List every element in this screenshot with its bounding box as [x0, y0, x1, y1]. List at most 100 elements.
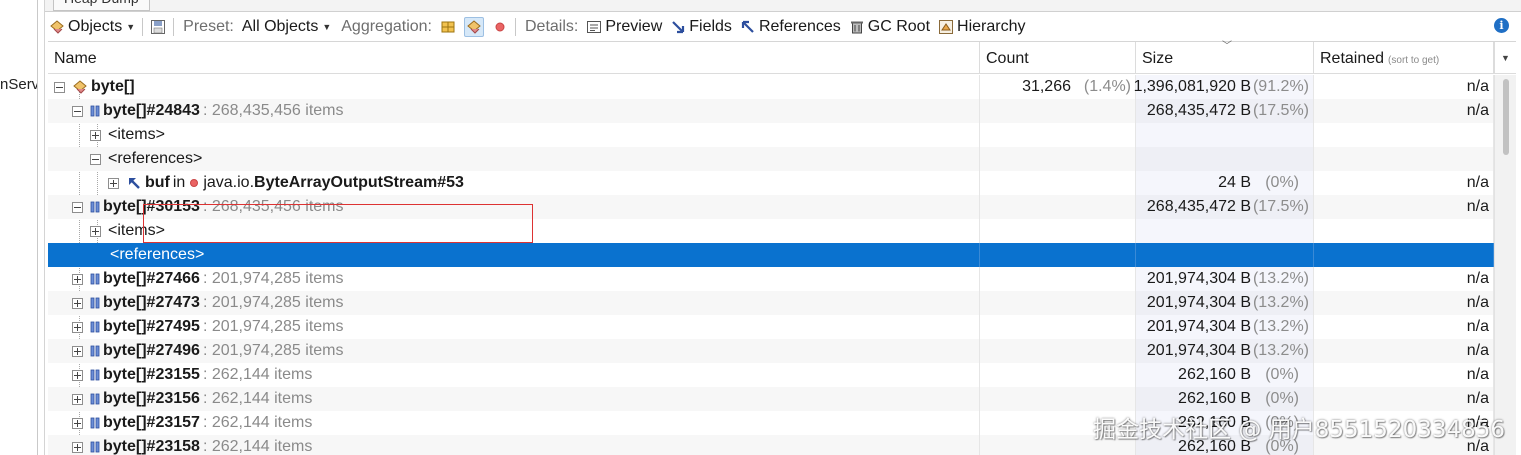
- collapse-toggle[interactable]: [54, 81, 65, 93]
- count-cell: [980, 195, 1136, 219]
- table-row-instance[interactable]: byte[]#23156: 262,144 items 262,160 B (0%)…: [48, 387, 1494, 411]
- left-panel-strip: nServ: [0, 0, 38, 455]
- objects-icon: [49, 19, 65, 35]
- table-row-instance[interactable]: byte[]#23155: 262,144 items 262,160 B (0%)…: [48, 363, 1494, 387]
- save-button[interactable]: [146, 15, 170, 39]
- expand-toggle[interactable]: [90, 129, 101, 141]
- table-row-references-selected[interactable]: <references>: [48, 243, 1494, 267]
- size-percent: (0%): [1265, 174, 1299, 191]
- expand-toggle[interactable]: [72, 345, 83, 357]
- table-row-items[interactable]: <items>: [48, 219, 1494, 243]
- table-row-instance[interactable]: byte[]#27466: 201,974,285 items 201,974,3…: [48, 267, 1494, 291]
- size-value: 1,396,081,920 B: [1133, 78, 1251, 95]
- size-cell: [1136, 147, 1314, 171]
- size-value: 262,160 B: [1178, 366, 1251, 383]
- tree-node: byte[]#24843 : 268,435,456 items: [72, 99, 344, 123]
- retained-value: n/a: [1466, 390, 1489, 407]
- count-cell: [980, 147, 1136, 171]
- table-row-instance[interactable]: byte[]#27473: 201,974,285 items 201,974,3…: [48, 291, 1494, 315]
- size-percent: (17.5%): [1252, 102, 1309, 119]
- tree-node: byte[]#23156: 262,144 items: [72, 387, 312, 411]
- size-percent: (0%): [1265, 390, 1299, 407]
- retained-value: n/a: [1466, 174, 1489, 191]
- vertical-scrollbar[interactable]: [1494, 75, 1516, 455]
- count-cell: [980, 387, 1136, 411]
- name-cell: byte[]#24843 : 268,435,456 items: [48, 99, 980, 123]
- expand-toggle[interactable]: [72, 273, 83, 285]
- size-percent: (91.2%): [1252, 78, 1309, 95]
- expand-toggle[interactable]: [72, 441, 83, 453]
- array-instance-icon: [90, 103, 100, 119]
- preset-dropdown[interactable]: All Objects ▼: [238, 15, 335, 39]
- retained-cell: [1314, 123, 1494, 147]
- watermark-text: 掘金技术社区 @ 用户8551520334856: [1093, 417, 1505, 443]
- gc-root-button[interactable]: GC Root: [845, 15, 934, 39]
- collapse-toggle[interactable]: [90, 153, 101, 165]
- array-instance-icon: [90, 391, 100, 407]
- column-header-name[interactable]: Name: [48, 42, 980, 74]
- size-cell: 268,435,472 B (17.5%): [1136, 195, 1314, 219]
- instance-name: byte[]#27473: [103, 294, 200, 311]
- column-chooser-dropdown[interactable]: ▼: [1494, 42, 1516, 74]
- instance-name: byte[]#24843: [103, 102, 200, 119]
- retained-cell: n/a: [1314, 267, 1494, 291]
- gc-root-label: GC Root: [867, 18, 931, 35]
- table-row-items[interactable]: <items>: [48, 123, 1494, 147]
- table-row-instance[interactable]: byte[]#27496: 201,974,285 items 201,974,3…: [48, 339, 1494, 363]
- table-row-reference-field[interactable]: buf in java.io.ByteArrayOutputStream#53 …: [48, 171, 1494, 195]
- name-cell: byte[]#27466: 201,974,285 items: [48, 267, 980, 291]
- objects-dropdown[interactable]: Objects ▼: [45, 15, 139, 39]
- instance-items-count: : 262,144 items: [202, 366, 313, 383]
- column-header-retained[interactable]: Retained (sort to get): [1314, 42, 1494, 74]
- column-size-label: Size: [1142, 50, 1174, 67]
- hierarchy-button[interactable]: Hierarchy: [934, 15, 1029, 39]
- table-row-class-byte-array[interactable]: byte[] 31,266 (1.4%) 1,396,081,920 B (91…: [48, 75, 1494, 99]
- owner-class: java.io.ByteArrayOutputStream#53: [203, 171, 464, 195]
- expand-toggle[interactable]: [72, 321, 83, 333]
- array-instance-icon: [90, 271, 100, 287]
- expand-toggle[interactable]: [72, 369, 83, 381]
- tab-heap-dump[interactable]: Heap Dump: [53, 0, 150, 11]
- class-icon: [463, 17, 484, 37]
- scrollbar-thumb[interactable]: [1503, 79, 1509, 155]
- aggregation-instance-button[interactable]: [488, 15, 512, 39]
- instance-name: byte[]#30153: [103, 198, 200, 215]
- column-header-size[interactable]: ﹀ Size: [1136, 41, 1314, 74]
- retained-value: n/a: [1466, 102, 1489, 119]
- collapse-toggle[interactable]: [72, 105, 83, 117]
- retained-value: n/a: [1466, 318, 1489, 335]
- expand-toggle[interactable]: [72, 297, 83, 309]
- chevron-down-icon: ▼: [322, 22, 332, 32]
- save-icon: [150, 19, 166, 35]
- fields-button[interactable]: Fields: [666, 15, 736, 39]
- info-icon[interactable]: i: [1494, 18, 1509, 33]
- references-label: References: [758, 18, 841, 35]
- preview-button[interactable]: Preview: [582, 15, 666, 39]
- table-header: Name Count ﹀ Size Retained (sort to get) …: [48, 41, 1516, 74]
- expand-toggle[interactable]: [72, 393, 83, 405]
- size-cell: 268,435,472 B (17.5%): [1136, 99, 1314, 123]
- retained-cell: n/a: [1314, 291, 1494, 315]
- expand-toggle[interactable]: [90, 225, 101, 237]
- count-cell: [980, 363, 1136, 387]
- table-row-instance[interactable]: byte[]#30153 : 268,435,456 items 268,435…: [48, 195, 1494, 219]
- tree-node: buf in java.io.ByteArrayOutputStream#53: [108, 171, 464, 195]
- aggregation-package-button[interactable]: [436, 15, 460, 39]
- expand-toggle[interactable]: [72, 417, 83, 429]
- class-icon: [72, 79, 88, 95]
- references-button[interactable]: References: [736, 15, 845, 39]
- table-row-instance[interactable]: byte[]#24843 : 268,435,456 items 268,435…: [48, 99, 1494, 123]
- expand-toggle[interactable]: [108, 177, 119, 189]
- array-instance-icon: [90, 199, 100, 215]
- collapse-toggle[interactable]: [72, 201, 83, 213]
- aggregation-class-button[interactable]: [460, 15, 488, 39]
- size-cell: 24 B (0%): [1136, 171, 1314, 195]
- array-instance-icon: [90, 319, 100, 335]
- table-row-references[interactable]: <references>: [48, 147, 1494, 171]
- column-header-count[interactable]: Count: [980, 42, 1136, 74]
- instance-icon: [492, 19, 508, 35]
- panel-titlebar: Heap Dump: [45, 0, 1521, 12]
- table-row-instance[interactable]: byte[]#27495: 201,974,285 items 201,974,3…: [48, 315, 1494, 339]
- size-cell: 201,974,304 B (13.2%): [1136, 339, 1314, 363]
- instance-items-count: : 201,974,285 items: [202, 270, 344, 287]
